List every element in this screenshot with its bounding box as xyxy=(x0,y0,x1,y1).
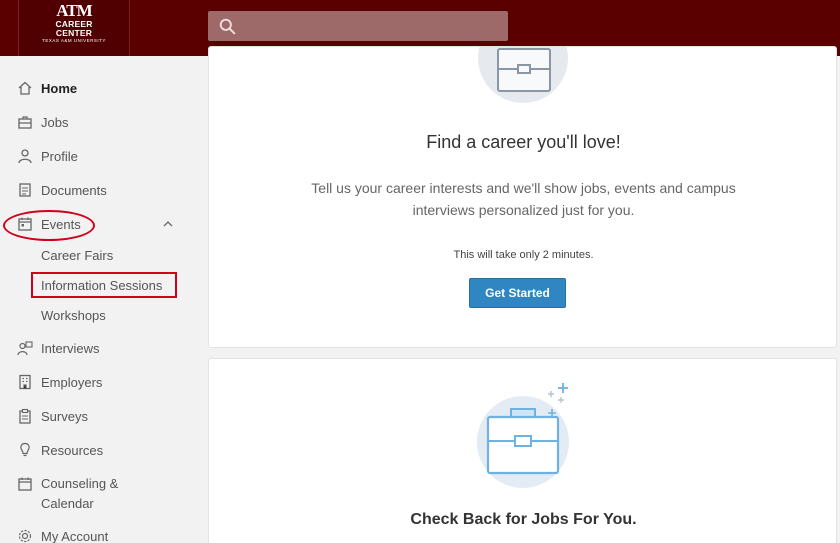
sidebar-item-interviews[interactable]: Interviews xyxy=(0,334,193,362)
briefcase-icon xyxy=(18,116,32,129)
building-icon xyxy=(19,374,31,390)
search-icon xyxy=(219,18,236,35)
logo-center: CENTER xyxy=(55,28,93,38)
annotation-ellipse xyxy=(3,210,95,241)
logo-university: TEXAS A&M UNIVERSITY xyxy=(42,38,106,43)
briefcase-illustration-icon xyxy=(497,48,551,92)
sidebar-item-label: Surveys xyxy=(41,408,88,424)
sidebar-item-label: Profile xyxy=(41,148,78,164)
sparkle-icon xyxy=(548,383,568,417)
sidebar: Home Jobs Profile Documents Events Caree… xyxy=(0,56,193,543)
annotation-rectangle xyxy=(31,272,177,298)
sidebar-item-surveys[interactable]: Surveys xyxy=(0,402,193,430)
sidebar-item-label: Interviews xyxy=(41,340,100,356)
sidebar-subitem-career-fairs[interactable]: Career Fairs xyxy=(41,248,113,263)
logo-atm: ATM xyxy=(56,1,92,20)
home-icon xyxy=(18,81,32,95)
sidebar-item-label: Jobs xyxy=(41,114,69,130)
gear-icon xyxy=(18,529,32,543)
sidebar-item-label: Counseling & xyxy=(41,476,119,491)
interview-icon xyxy=(17,341,33,356)
clipboard-icon xyxy=(19,408,31,424)
card-heading: Find a career you'll love! xyxy=(426,132,621,152)
sidebar-item-employers[interactable]: Employers xyxy=(0,368,193,396)
sidebar-item-resources[interactable]: Resources xyxy=(0,436,193,464)
document-icon xyxy=(19,183,31,197)
career-interests-card: Find a career you'll love! Tell us your … xyxy=(208,46,837,348)
sidebar-item-my-account[interactable]: My Account xyxy=(0,522,193,543)
sidebar-item-counseling-calendar[interactable]: Counseling & Calendar xyxy=(0,470,193,511)
sidebar-item-profile[interactable]: Profile xyxy=(0,142,193,170)
card-description: Tell us your career interests and we'll … xyxy=(311,180,736,218)
jobs-for-you-card: Check Back for Jobs For You. xyxy=(208,358,837,543)
sidebar-subitem-workshops[interactable]: Workshops xyxy=(41,308,106,323)
sidebar-item-label: Employers xyxy=(41,374,103,390)
sidebar-item-label: My Account xyxy=(41,528,109,543)
sidebar-item-label-line2: Calendar xyxy=(41,496,94,511)
time-note: This will take only 2 minutes. xyxy=(453,249,594,261)
chevron-up-icon[interactable] xyxy=(162,218,174,230)
sidebar-item-documents[interactable]: Documents xyxy=(0,176,193,204)
sidebar-item-label: Resources xyxy=(41,442,104,458)
calendar-icon xyxy=(18,477,32,491)
search-input[interactable] xyxy=(208,11,508,41)
main-content: Find a career you'll love! Tell us your … xyxy=(193,46,840,543)
sidebar-item-label: Home xyxy=(41,80,78,96)
card-heading: Check Back for Jobs For You. xyxy=(410,511,637,528)
get-started-button[interactable]: Get Started xyxy=(469,278,566,308)
user-icon xyxy=(18,149,32,164)
lightbulb-icon xyxy=(20,442,30,457)
sidebar-item-label: Documents xyxy=(41,182,107,198)
sidebar-item-jobs[interactable]: Jobs xyxy=(0,108,193,136)
career-center-logo[interactable]: ATM CAREER CENTER TEXAS A&M UNIVERSITY xyxy=(18,0,130,56)
sidebar-item-home[interactable]: Home xyxy=(0,74,193,102)
